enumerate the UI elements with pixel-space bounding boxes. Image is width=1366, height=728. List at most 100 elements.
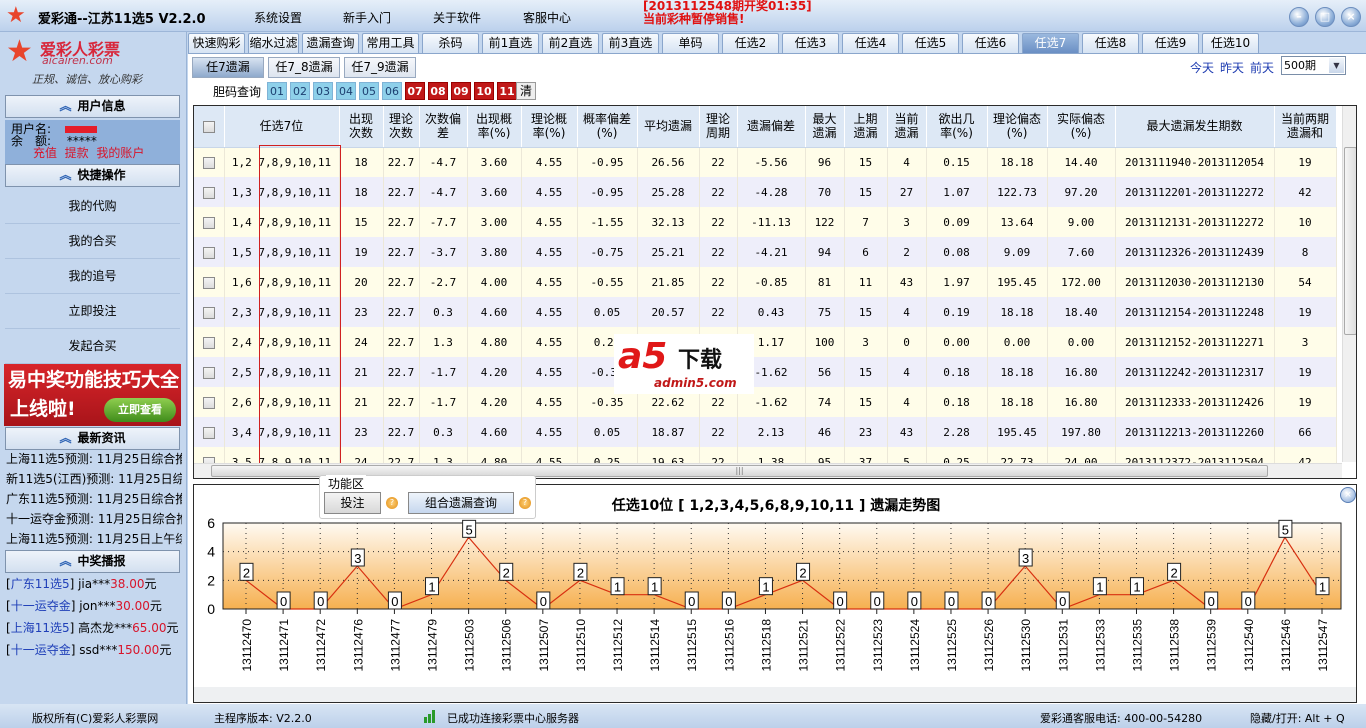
news-item[interactable]: 十一运夺金预测: 11月25日综合推 [6, 509, 182, 529]
table-vertical-scrollbar[interactable] [1342, 106, 1356, 462]
news-item[interactable]: 新11选5(江西)预测: 11月25日综 [6, 469, 182, 489]
tab-17[interactable]: 任选10 [1202, 33, 1259, 53]
row-checkbox[interactable] [202, 216, 215, 229]
column-header[interactable]: 当前两期 遗漏和 [1274, 106, 1337, 148]
column-header[interactable]: 平均遗漏 [637, 106, 700, 148]
quick-item-start-group-buy[interactable]: 发起合买 [5, 329, 180, 364]
dan-ball-05[interactable]: 05 [359, 82, 379, 100]
table-row[interactable]: 1,5 7,8,9,10,11 19 22.7 -3.7 3.80 4.55 -0.75 25… [194, 237, 1337, 267]
chevron-down-icon[interactable]: ▼ [1329, 58, 1344, 73]
table-row[interactable]: 3,4 7,8,9,10,11 23 22.7 0.3 4.60 4.55 0.05 18.8… [194, 417, 1337, 447]
column-header[interactable]: 当前 遗漏 [887, 106, 927, 148]
tab-1[interactable]: 缩水过滤 [248, 33, 299, 53]
day-before-link[interactable]: 前天 [1250, 59, 1274, 76]
column-header[interactable]: 最大 遗漏 [805, 106, 845, 148]
help-icon[interactable]: ? [519, 497, 531, 509]
row-select-cell[interactable] [194, 147, 225, 177]
tab-15[interactable]: 任选8 [1082, 33, 1139, 53]
table-row[interactable]: 1,4 7,8,9,10,11 15 22.7 -7.7 3.00 4.55 -1.55 32… [194, 207, 1337, 237]
row-checkbox[interactable] [202, 156, 215, 169]
tab-3[interactable]: 常用工具 [362, 33, 419, 53]
column-header[interactable]: 最大遗漏发生期数 [1115, 106, 1275, 148]
row-select-cell[interactable] [194, 297, 225, 327]
tab-11[interactable]: 任选4 [842, 33, 899, 53]
table-row[interactable]: 2,6 7,8,9,10,11 21 22.7 -1.7 4.20 4.55 -0.35 22… [194, 387, 1337, 417]
quick-item-my-purchases[interactable]: 我的代购 [5, 189, 180, 224]
tab-4[interactable]: 杀码 [422, 33, 479, 53]
row-select-cell[interactable] [194, 357, 225, 387]
row-checkbox[interactable] [202, 336, 215, 349]
row-select-cell[interactable] [194, 387, 225, 417]
subtab-r7-8-missing[interactable]: 任7_8遗漏 [268, 57, 340, 78]
close-button[interactable]: × [1341, 7, 1361, 27]
column-header[interactable]: 上期 遗漏 [844, 106, 888, 148]
quick-item-my-chase[interactable]: 我的追号 [5, 259, 180, 294]
view-now-button[interactable]: 立即查看 [104, 398, 176, 422]
dan-ball-09[interactable]: 09 [451, 82, 471, 100]
row-checkbox[interactable] [202, 396, 215, 409]
scroll-thumb[interactable] [1344, 147, 1356, 335]
subtab-r7-9-missing[interactable]: 任7_9遗漏 [344, 57, 416, 78]
news-item[interactable]: 上海11选5预测: 11月25日综合推 [6, 449, 182, 469]
tab-13[interactable]: 任选6 [962, 33, 1019, 53]
column-header[interactable]: 出现 次数 [339, 106, 384, 148]
table-row[interactable]: 1,6 7,8,9,10,11 20 22.7 -2.7 4.00 4.55 -0.55 21… [194, 267, 1337, 297]
quick-item-bet-now[interactable]: 立即投注 [5, 294, 180, 329]
tab-16[interactable]: 任选9 [1142, 33, 1199, 53]
winner-item[interactable]: [广东11选5] jia***38.00元 [6, 573, 157, 595]
tab-7[interactable]: 前3直选 [602, 33, 659, 53]
row-checkbox[interactable] [202, 246, 215, 259]
row-checkbox[interactable] [202, 186, 215, 199]
clear-button[interactable]: 清 [516, 82, 536, 100]
dan-ball-03[interactable]: 03 [313, 82, 333, 100]
news-item[interactable]: 广东11选5预测: 11月25日综合推 [6, 489, 182, 509]
column-header[interactable]: 出现概 率(%) [467, 106, 522, 148]
chart-close-button[interactable]: × [1340, 487, 1356, 503]
dan-ball-04[interactable]: 04 [336, 82, 356, 100]
tab-0[interactable]: 快速购彩 [188, 33, 245, 53]
row-checkbox[interactable] [202, 306, 215, 319]
dan-ball-08[interactable]: 08 [428, 82, 448, 100]
column-header[interactable]: 欲出几 率(%) [926, 106, 988, 148]
tab-12[interactable]: 任选5 [902, 33, 959, 53]
winner-item[interactable]: [十一运夺金] jon***30.00元 [6, 595, 162, 617]
row-checkbox[interactable] [202, 426, 215, 439]
withdraw-link[interactable]: 提款 [65, 146, 89, 160]
select-all-checkbox[interactable] [202, 120, 215, 133]
bet-button[interactable]: 投注 [324, 492, 381, 514]
menu-customer-service[interactable]: 客服中心 [523, 9, 571, 26]
winner-game[interactable]: 上海11选5 [11, 621, 70, 635]
winner-game[interactable]: 十一运夺金 [11, 599, 71, 613]
combo-missing-query-button[interactable]: 组合遗漏查询 [408, 492, 514, 514]
row-select-cell[interactable] [194, 327, 225, 357]
recharge-link[interactable]: 充值 [33, 146, 57, 160]
dan-ball-10[interactable]: 10 [474, 82, 494, 100]
menu-beginner-guide[interactable]: 新手入门 [343, 9, 391, 26]
tab-2[interactable]: 遗漏查询 [302, 33, 359, 53]
maximize-button[interactable]: □ [1315, 7, 1335, 27]
tab-5[interactable]: 前1直选 [482, 33, 539, 53]
help-icon[interactable]: ? [386, 497, 398, 509]
row-checkbox[interactable] [202, 276, 215, 289]
winner-item[interactable]: [十一运夺金] ssd***150.00元 [6, 639, 171, 661]
winner-game[interactable]: 广东11选5 [11, 577, 70, 591]
row-select-cell[interactable] [194, 237, 225, 267]
table-row[interactable]: 2,3 7,8,9,10,11 23 22.7 0.3 4.60 4.55 0.05 20.5… [194, 297, 1337, 327]
menu-about[interactable]: 关于软件 [433, 9, 481, 26]
column-header[interactable]: 理论 周期 [699, 106, 738, 148]
promo-banner[interactable]: 易中奖功能技巧大全 上线啦! 立即查看 [4, 364, 181, 426]
row-select-cell[interactable] [194, 267, 225, 297]
table-row[interactable]: 2,4 7,8,9,10,11 24 22.7 1.3 4.80 4.55 0.25 1.17… [194, 327, 1337, 357]
column-header[interactable]: 理论概 率(%) [521, 106, 578, 148]
column-header[interactable]: 理论 次数 [383, 106, 420, 148]
yesterday-link[interactable]: 昨天 [1220, 59, 1244, 76]
winner-item[interactable]: [上海11选5] 高杰龙***65.00元 [6, 617, 178, 639]
column-header[interactable]: 实际偏态 (%) [1047, 106, 1116, 148]
tab-6[interactable]: 前2直选 [542, 33, 599, 53]
dan-ball-02[interactable]: 02 [290, 82, 310, 100]
dan-ball-01[interactable]: 01 [267, 82, 287, 100]
row-checkbox[interactable] [202, 366, 215, 379]
news-item[interactable]: 上海11选5预测: 11月25日上午综 [6, 529, 182, 549]
column-header[interactable]: 遗漏偏差 [737, 106, 806, 148]
news-header[interactable]: ︽ 最新资讯 [5, 427, 180, 450]
